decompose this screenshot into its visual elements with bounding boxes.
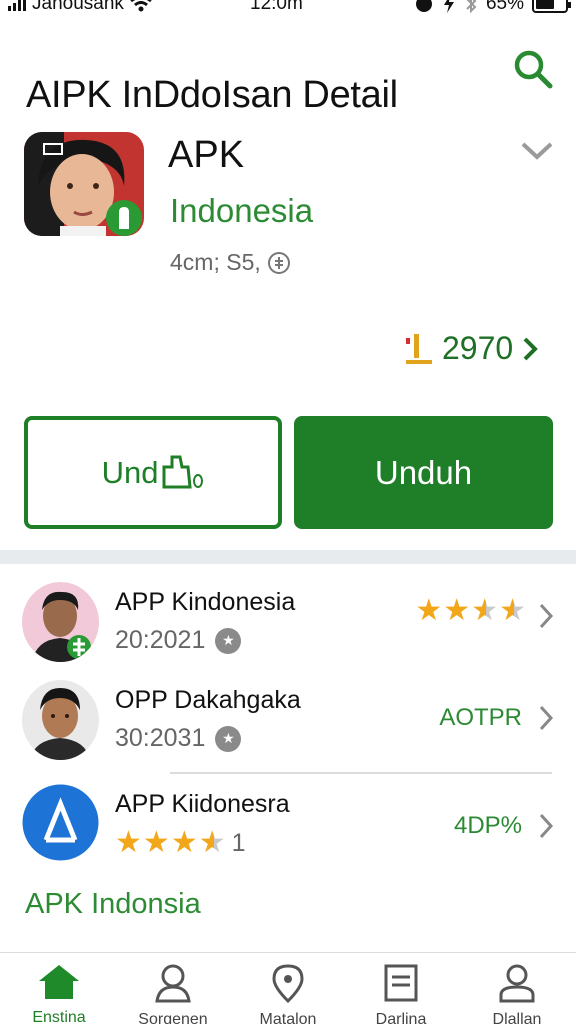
section-divider (0, 550, 576, 564)
download-outline-button[interactable]: Und (24, 416, 282, 529)
person-icon (155, 964, 191, 1003)
home-icon (39, 965, 79, 999)
app-name: APK (168, 134, 245, 176)
tab-profile[interactable]: Dlallan (462, 963, 572, 1024)
app-icon (24, 132, 144, 236)
battery-icon (532, 0, 571, 13)
tab-label: Darlina (375, 1011, 427, 1024)
signal-icon (8, 0, 26, 11)
list-item-date: 20:2021 (115, 626, 206, 654)
chevron-right-icon (539, 603, 554, 629)
chevron-right-icon (523, 337, 539, 360)
list-item-date: 30:2031 (115, 724, 206, 752)
download-button[interactable]: Unduh (294, 416, 553, 529)
carrier-label: Janousank (32, 0, 124, 14)
tab-location[interactable]: Matalon (233, 963, 343, 1024)
star-icon: ★ (170, 826, 198, 859)
rank-value: 2970 (442, 330, 514, 366)
list-item[interactable]: APP Kindonesia 20:2021 ★ ★ ★ ★ ★ (0, 582, 576, 678)
star-half-icon: ★ (499, 594, 526, 627)
info-icon (267, 251, 290, 274)
page-title: AIPK InDdoIsan Detail (26, 74, 398, 116)
tab-list[interactable]: Darlina (346, 963, 456, 1024)
ranking-icon (406, 333, 432, 364)
avatar (22, 680, 99, 760)
status-bar: Janousank 12:0m 65% (0, 0, 576, 18)
alarm-icon (415, 0, 432, 12)
tab-label: Enstina (32, 1009, 86, 1024)
list-item-value: 4DP% (453, 812, 522, 839)
app-meta-text: 4cm; S5, (170, 249, 261, 275)
tab-home[interactable]: Enstina (4, 963, 114, 1024)
star-badge-icon: ★ (215, 627, 242, 654)
profile-icon (499, 964, 535, 1003)
tab-label: Matalon (259, 1011, 317, 1024)
app-store-icon (22, 784, 99, 864)
star-icon: ★ (443, 594, 471, 627)
list-item[interactable]: APP Kiidonesra ★ ★ ★ ★ 1 4DP% (0, 784, 576, 880)
star-half-icon: ★ (471, 594, 499, 627)
list-item-value: AOTPR (439, 704, 522, 731)
chevron-right-icon (539, 813, 554, 839)
list-item-subtitle: 20:2021 ★ (115, 626, 242, 655)
apk-indonesia-link[interactable]: APK Indonsia (25, 888, 201, 921)
rating-stars: ★ ★ ★ ★ (415, 596, 526, 626)
rating-stars: ★ ★ ★ ★ (115, 828, 226, 858)
app-region: Indonesia (170, 192, 314, 229)
list-item-rating: ★ ★ ★ ★ 1 (115, 828, 246, 858)
tab-label: Dlallan (492, 1011, 542, 1024)
star-icon: ★ (415, 594, 443, 627)
search-button[interactable] (512, 48, 554, 90)
battery-percent: 65% (485, 0, 524, 14)
star-badge-icon: ★ (215, 725, 242, 752)
list-item-title: APP Kindonesia (115, 588, 296, 616)
status-time: 12:0m (250, 0, 303, 14)
chevron-right-icon (539, 705, 554, 731)
avatar (22, 582, 99, 662)
download-outline-label: Und (101, 454, 159, 490)
bottom-tab-bar: Enstina Sorgenen Matalon Darlina Dlallan (0, 952, 576, 1024)
chevron-down-icon[interactable] (520, 140, 554, 162)
rank-link[interactable]: 2970 (404, 330, 539, 367)
star-icon: ★ (142, 826, 170, 859)
app-meta: 4cm; S5, (170, 249, 291, 276)
star-icon: ★ (115, 826, 142, 859)
list-item-title: OPP Dakahgaka (115, 686, 301, 714)
search-icon (514, 50, 553, 89)
star-half-icon: ★ (198, 826, 226, 859)
tab-label: Sorgenen (138, 1011, 208, 1024)
list-divider (170, 772, 552, 774)
list-item[interactable]: OPP Dakahgaka 30:2031 ★ AOTPR (0, 680, 576, 776)
wifi-icon (130, 0, 152, 12)
charging-icon (443, 0, 454, 13)
bluetooth-icon (466, 0, 477, 13)
list-item-title: APP Kiidonesra (115, 790, 290, 818)
hand-icon (162, 455, 204, 488)
rating-count: 1 (231, 828, 246, 857)
location-pin-icon (272, 964, 304, 1003)
list-icon (384, 964, 418, 1002)
list-item-subtitle: 30:2031 ★ (115, 724, 242, 753)
tab-search[interactable]: Sorgenen (118, 963, 228, 1024)
